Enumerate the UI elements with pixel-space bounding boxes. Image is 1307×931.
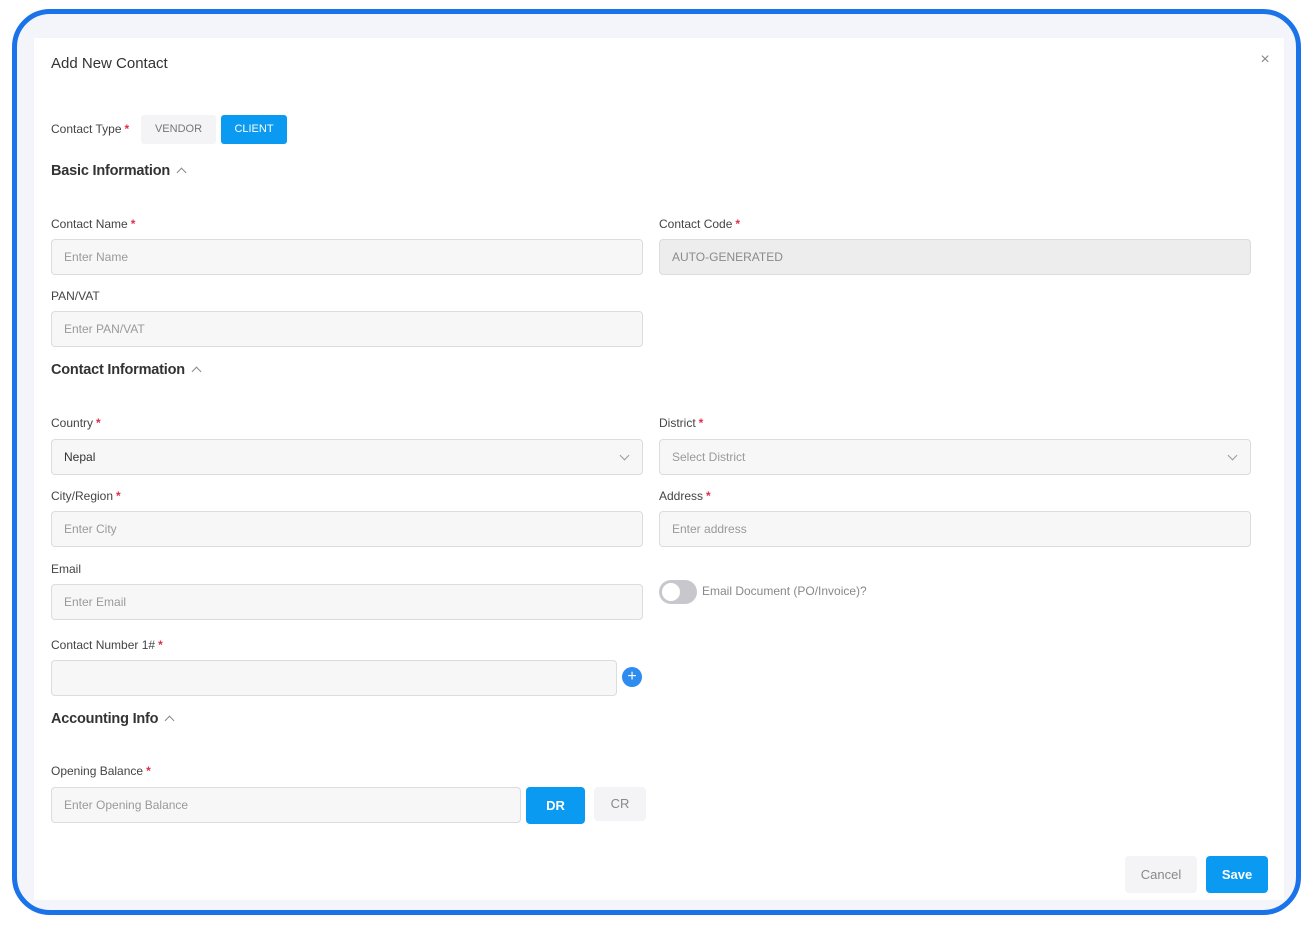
contact-code-input: AUTO-GENERATED (659, 239, 1251, 275)
opening-balance-input[interactable]: Enter Opening Balance (51, 787, 521, 823)
modal-title: Add New Contact (51, 55, 168, 72)
contact-type-label-text: Contact Type (51, 122, 122, 136)
contact-code-label: Contact Code * (659, 217, 740, 231)
required-marker: * (146, 764, 151, 778)
district-placeholder: Select District (672, 450, 746, 464)
cr-button[interactable]: CR (594, 787, 646, 821)
district-label-text: District (659, 416, 696, 430)
address-label: Address * (659, 489, 711, 503)
caret-up-icon (176, 167, 187, 178)
add-number-icon[interactable]: + (622, 667, 642, 687)
required-marker: * (706, 489, 711, 503)
toggle-knob (662, 583, 680, 601)
required-marker: * (158, 638, 163, 652)
caret-up-icon (164, 715, 175, 726)
contact-info-header[interactable]: Contact Information (51, 362, 202, 378)
accounting-info-title: Accounting Info (51, 711, 159, 727)
required-marker: * (124, 122, 130, 136)
contact-number-label: Contact Number 1# * (51, 638, 163, 652)
basic-info-title: Basic Information (51, 163, 171, 179)
pan-vat-label: PAN/VAT (51, 289, 100, 303)
required-marker: * (116, 489, 121, 503)
opening-balance-label: Opening Balance * (51, 764, 151, 778)
opening-balance-label-text: Opening Balance (51, 764, 144, 778)
city-input[interactable]: Enter City (51, 511, 643, 547)
required-marker: * (130, 217, 136, 231)
country-label: Country * (51, 416, 101, 430)
country-value: Nepal (64, 450, 96, 464)
contact-number-input[interactable] (51, 660, 617, 696)
district-label: District * (659, 416, 703, 430)
caret-up-icon (191, 366, 202, 377)
contact-number-label-text: Contact Number 1# (51, 638, 156, 652)
add-contact-modal: Add New Contact × Contact Type * VENDOR C… (34, 38, 1284, 900)
email-document-label: Email Document (PO/Invoice)? (702, 584, 867, 598)
dr-button[interactable]: DR (526, 787, 585, 824)
window-frame: Add New Contact × Contact Type * VENDOR C… (12, 9, 1301, 915)
chevron-down-icon (619, 450, 630, 461)
country-select[interactable]: Nepal (51, 439, 643, 475)
city-label: City/Region * (51, 489, 121, 503)
save-button[interactable]: Save (1206, 856, 1268, 893)
required-marker: * (735, 217, 741, 231)
country-label-text: Country (51, 416, 94, 430)
contact-name-input[interactable]: Enter Name (51, 239, 643, 275)
contact-type-label: Contact Type * (51, 122, 129, 136)
required-marker: * (96, 416, 101, 430)
address-label-text: Address (659, 489, 704, 503)
chevron-down-icon (1227, 450, 1238, 461)
pan-vat-input[interactable]: Enter PAN/VAT (51, 311, 643, 347)
email-label: Email (51, 562, 82, 576)
contact-code-label-text: Contact Code (659, 217, 733, 231)
required-marker: * (698, 416, 704, 430)
address-input[interactable]: Enter address (659, 511, 1251, 547)
contact-name-label: Contact Name * (51, 217, 135, 231)
district-select[interactable]: Select District (659, 439, 1251, 475)
contact-info-title: Contact Information (51, 362, 185, 378)
contact-name-label-text: Contact Name (51, 217, 128, 231)
city-label-text: City/Region (51, 489, 114, 503)
email-document-toggle[interactable] (659, 580, 697, 604)
basic-info-header[interactable]: Basic Information (51, 163, 187, 179)
client-button[interactable]: CLIENT (221, 115, 287, 144)
close-icon[interactable]: × (1256, 51, 1274, 69)
vendor-button[interactable]: VENDOR (141, 115, 216, 144)
email-input[interactable]: Enter Email (51, 584, 643, 620)
cancel-button[interactable]: Cancel (1125, 856, 1197, 893)
accounting-info-header[interactable]: Accounting Info (51, 711, 175, 727)
